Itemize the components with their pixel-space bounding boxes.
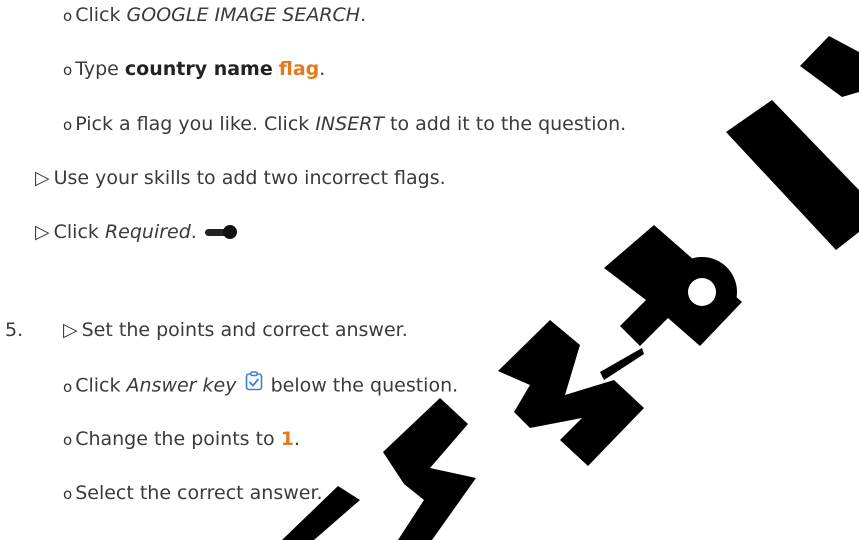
watermark-stroke (600, 348, 644, 380)
watermark-letter-s (282, 486, 360, 540)
watermark-letter-e (800, 36, 859, 97)
sample-watermark (282, 36, 859, 540)
watermark-letters (282, 36, 859, 540)
watermark-letter-l (726, 100, 859, 250)
watermark-letter-a (383, 398, 476, 540)
watermark-letter-m (498, 320, 644, 466)
